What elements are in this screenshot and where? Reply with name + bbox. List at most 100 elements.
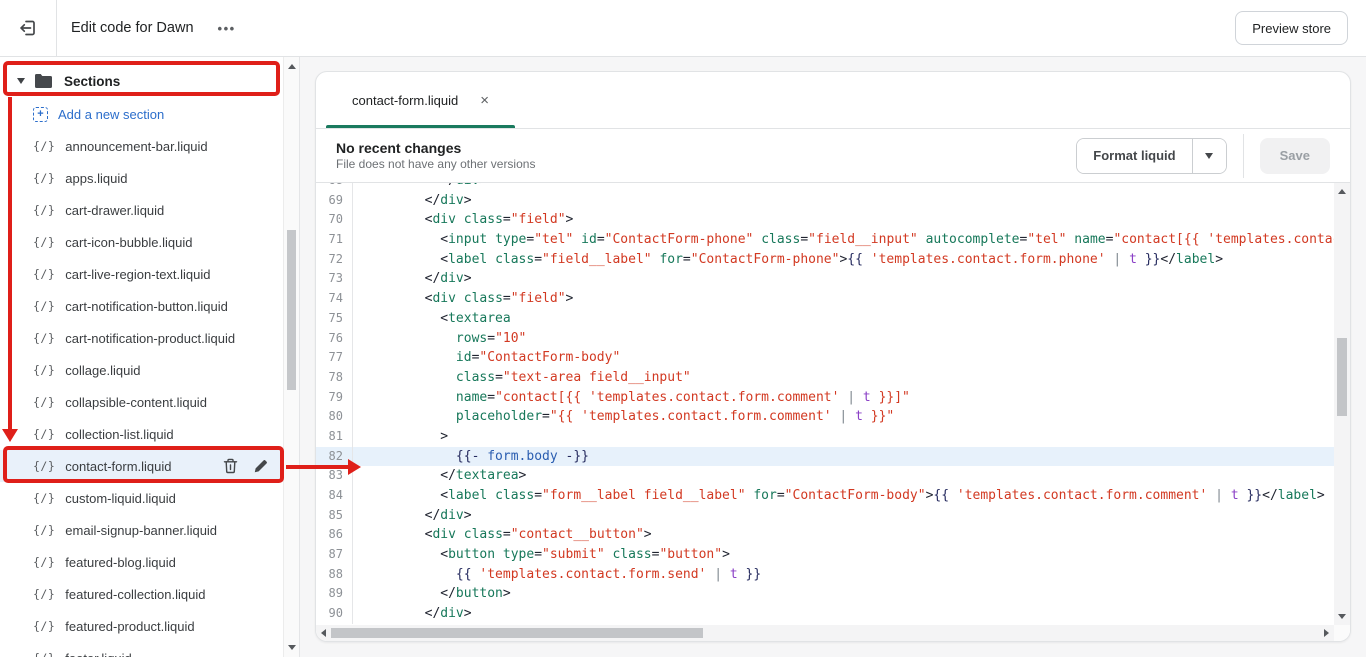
- line-number: 80: [316, 407, 353, 427]
- tab-bar: contact-form.liquid ×: [316, 72, 1350, 129]
- add-section-icon: +: [33, 107, 48, 122]
- code-line-74[interactable]: 74 <div class="field">: [316, 289, 1334, 309]
- scroll-down-arrow-icon[interactable]: [288, 645, 296, 650]
- scroll-down-arrow-icon[interactable]: [1338, 614, 1346, 619]
- file-item-email-signup-banner-liquid[interactable]: {/}email-signup-banner.liquid: [0, 514, 299, 546]
- liquid-file-icon: {/}: [33, 203, 55, 217]
- code-line-72[interactable]: 72 <label class="field__label" for="Cont…: [316, 250, 1334, 270]
- file-item-featured-collection-liquid[interactable]: {/}featured-collection.liquid: [0, 578, 299, 610]
- line-number: 75: [316, 309, 353, 329]
- tab-label: contact-form.liquid: [352, 93, 458, 108]
- file-item-featured-product-liquid[interactable]: {/}featured-product.liquid: [0, 610, 299, 642]
- code-line-79[interactable]: 79 name="contact[{{ 'templates.contact.f…: [316, 388, 1334, 408]
- file-sidebar: Sections + Add a new section {/}announce…: [0, 57, 300, 657]
- scroll-left-arrow-icon[interactable]: [321, 629, 326, 637]
- file-name: collapsible-content.liquid: [65, 395, 207, 410]
- file-item-custom-liquid-liquid[interactable]: {/}custom-liquid.liquid: [0, 482, 299, 514]
- line-number: 76: [316, 329, 353, 349]
- file-name: collection-list.liquid: [65, 427, 173, 442]
- sidebar-scrollbar[interactable]: [283, 57, 299, 657]
- format-options-dropdown[interactable]: [1192, 139, 1226, 173]
- code-line-content: <input type="tel" id="ContactForm-phone"…: [353, 230, 1334, 250]
- liquid-file-icon: {/}: [33, 459, 55, 473]
- line-number: 77: [316, 348, 353, 368]
- code-line-86[interactable]: 86 <div class="contact__button">: [316, 525, 1334, 545]
- code-line-76[interactable]: 76 rows="10": [316, 329, 1334, 349]
- folder-label: Sections: [64, 74, 120, 89]
- code-line-85[interactable]: 85 </div>: [316, 506, 1334, 526]
- code-area[interactable]: 68 </div>69 </div>70 <div class="field">…: [316, 183, 1334, 625]
- code-line-content: {{- form.body -}}: [353, 447, 1334, 467]
- code-line-content: </div>: [353, 183, 1334, 191]
- code-line-71[interactable]: 71 <input type="tel" id="ContactForm-pho…: [316, 230, 1334, 250]
- file-item-featured-blog-liquid[interactable]: {/}featured-blog.liquid: [0, 546, 299, 578]
- liquid-file-icon: {/}: [33, 523, 55, 537]
- file-item-cart-notification-button-liquid[interactable]: {/}cart-notification-button.liquid: [0, 290, 299, 322]
- file-item-collage-liquid[interactable]: {/}collage.liquid: [0, 354, 299, 386]
- line-number: 90: [316, 604, 353, 624]
- delete-file-icon[interactable]: [223, 458, 238, 474]
- code-line-90[interactable]: 90 </div>: [316, 604, 1334, 624]
- code-line-content: placeholder="{{ 'templates.contact.form.…: [353, 407, 1334, 427]
- code-line-80[interactable]: 80 placeholder="{{ 'templates.contact.fo…: [316, 407, 1334, 427]
- page: Edit code for Dawn ••• Preview store Sec…: [0, 0, 1366, 657]
- chevron-down-icon: [17, 78, 25, 84]
- exit-code-editor-button[interactable]: [0, 0, 57, 56]
- code-line-73[interactable]: 73 </div>: [316, 269, 1334, 289]
- file-item-cart-notification-product-liquid[interactable]: {/}cart-notification-product.liquid: [0, 322, 299, 354]
- file-item-cart-live-region-text-liquid[interactable]: {/}cart-live-region-text.liquid: [0, 258, 299, 290]
- code-line-84[interactable]: 84 <label class="form__label field__labe…: [316, 486, 1334, 506]
- preview-store-button[interactable]: Preview store: [1235, 11, 1348, 45]
- file-item-contact-form-liquid[interactable]: {/}contact-form.liquid: [0, 450, 299, 482]
- main-content: contact-form.liquid × No recent changes …: [300, 57, 1366, 657]
- editor-vertical-scrollbar[interactable]: [1334, 183, 1350, 625]
- line-number: 82: [316, 447, 353, 467]
- code-line-81[interactable]: 81 >: [316, 427, 1334, 447]
- code-line-83[interactable]: 83 </textarea>: [316, 466, 1334, 486]
- code-line-78[interactable]: 78 class="text-area field__input": [316, 368, 1334, 388]
- liquid-file-icon: {/}: [33, 651, 55, 657]
- code-line-content: </div>: [353, 604, 1334, 624]
- file-name: custom-liquid.liquid: [65, 491, 176, 506]
- save-button[interactable]: Save: [1260, 138, 1330, 174]
- code-line-70[interactable]: 70 <div class="field">: [316, 210, 1334, 230]
- code-line-87[interactable]: 87 <button type="submit" class="button">: [316, 545, 1334, 565]
- code-line-69[interactable]: 69 </div>: [316, 191, 1334, 211]
- file-item-announcement-bar-liquid[interactable]: {/}announcement-bar.liquid: [0, 130, 299, 162]
- tab-contact-form-liquid[interactable]: contact-form.liquid ×: [326, 72, 515, 128]
- file-item-apps-liquid[interactable]: {/}apps.liquid: [0, 162, 299, 194]
- code-line-68[interactable]: 68 </div>: [316, 183, 1334, 191]
- code-line-77[interactable]: 77 id="ContactForm-body": [316, 348, 1334, 368]
- code-line-89[interactable]: 89 </button>: [316, 584, 1334, 604]
- horizontal-scrollbar-thumb[interactable]: [331, 628, 703, 638]
- code-line-82[interactable]: 82 {{- form.body -}}: [316, 447, 1334, 467]
- more-actions-button[interactable]: •••: [218, 21, 236, 36]
- format-liquid-button[interactable]: Format liquid: [1077, 139, 1191, 173]
- liquid-file-icon: {/}: [33, 619, 55, 633]
- page-title: Edit code for Dawn: [71, 20, 194, 36]
- vertical-scrollbar-thumb[interactable]: [1337, 338, 1347, 416]
- code-line-content: <textarea: [353, 309, 1334, 329]
- sidebar-scrollbar-thumb[interactable]: [287, 230, 296, 390]
- code-line-content: id="ContactForm-body": [353, 348, 1334, 368]
- file-item-cart-drawer-liquid[interactable]: {/}cart-drawer.liquid: [0, 194, 299, 226]
- file-item-collection-list-liquid[interactable]: {/}collection-list.liquid: [0, 418, 299, 450]
- scroll-up-arrow-icon[interactable]: [1338, 189, 1346, 194]
- file-item-cart-icon-bubble-liquid[interactable]: {/}cart-icon-bubble.liquid: [0, 226, 299, 258]
- file-name: cart-icon-bubble.liquid: [65, 235, 192, 250]
- liquid-file-icon: {/}: [33, 395, 55, 409]
- line-number: 71: [316, 230, 353, 250]
- close-tab-icon[interactable]: ×: [480, 93, 489, 108]
- file-name: collage.liquid: [65, 363, 140, 378]
- editor-horizontal-scrollbar[interactable]: [316, 625, 1334, 641]
- line-number: 86: [316, 525, 353, 545]
- scroll-right-arrow-icon[interactable]: [1324, 629, 1329, 637]
- code-line-75[interactable]: 75 <textarea: [316, 309, 1334, 329]
- add-new-section-button[interactable]: + Add a new section: [0, 98, 299, 130]
- file-item-collapsible-content-liquid[interactable]: {/} collapsible-content.liquid: [0, 386, 299, 418]
- scroll-up-arrow-icon[interactable]: [288, 64, 296, 69]
- rename-file-icon[interactable]: [253, 459, 268, 474]
- sections-folder-row[interactable]: Sections: [0, 64, 299, 98]
- file-item-footer-liquid[interactable]: {/}footer.liquid: [0, 642, 299, 657]
- code-line-88[interactable]: 88 {{ 'templates.contact.form.send' | t …: [316, 565, 1334, 585]
